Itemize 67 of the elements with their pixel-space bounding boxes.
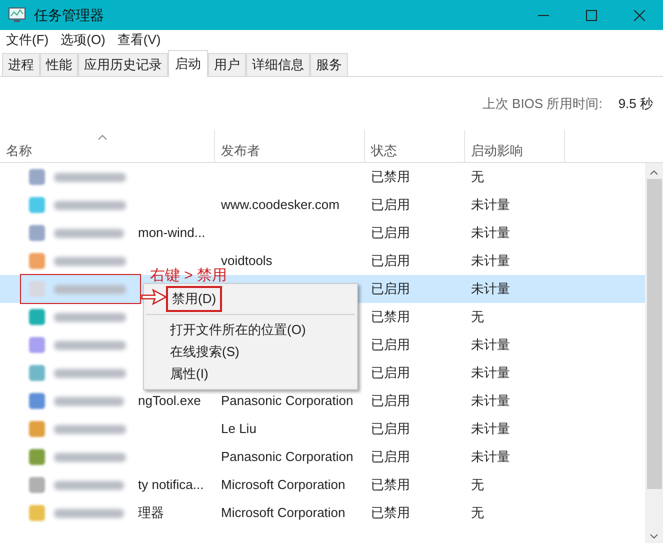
tab[interactable]: 详细信息: [246, 53, 310, 76]
impact-cell: 未计量: [471, 253, 510, 268]
column-header[interactable]: 发布者: [215, 130, 365, 162]
status-cell: 已启用: [371, 253, 410, 268]
scroll-down-icon: [650, 534, 658, 539]
impact-cell: 未计量: [471, 449, 510, 464]
impact-cell: 未计量: [471, 337, 510, 352]
bios-time-label: 上次 BIOS 所用时间:: [482, 94, 602, 113]
impact-cell: 无: [471, 169, 484, 184]
impact-cell: 未计量: [471, 421, 510, 436]
publisher-cell: Panasonic Corporation: [221, 393, 354, 408]
impact-cell: 无: [471, 477, 484, 492]
status-cell: 已启用: [371, 393, 410, 408]
menu-item[interactable]: 属性(I): [170, 364, 208, 384]
menu-item[interactable]: 选项(O): [54, 30, 112, 50]
publisher-cell: voidtools: [221, 253, 272, 268]
maximize-icon: [586, 10, 596, 20]
scroll-up-icon: [650, 170, 658, 175]
app-name: mon-wind...: [138, 224, 206, 242]
bios-time-value: 9.5 秒: [618, 94, 653, 113]
app-name: 理器: [138, 504, 164, 522]
status-cell: 已启用: [371, 281, 410, 296]
publisher-cell: Le Liu: [221, 421, 256, 436]
publisher-cell: www.coodesker.com: [221, 197, 340, 212]
tab[interactable]: 性能: [40, 53, 78, 76]
scroll-thumb[interactable]: [646, 179, 662, 489]
impact-cell: 无: [471, 505, 484, 520]
impact-cell: 未计量: [471, 197, 510, 212]
status-cell: 已启用: [371, 337, 410, 352]
impact-cell: 未计量: [471, 365, 510, 380]
column-header[interactable]: 状态: [365, 130, 465, 162]
arrow-icon: [141, 287, 167, 307]
tab[interactable]: 进程: [2, 53, 40, 76]
status-cell: 已禁用: [371, 309, 410, 324]
impact-cell: 未计量: [471, 281, 510, 296]
column-header[interactable]: 名称: [0, 130, 215, 162]
status-cell: 已启用: [371, 197, 410, 212]
status-cell: 已启用: [371, 421, 410, 436]
publisher-cell: Panasonic Corporation: [221, 449, 354, 464]
status-cell: 已禁用: [371, 505, 410, 520]
menu-item[interactable]: 禁用(D): [166, 286, 222, 312]
status-cell: 已启用: [371, 225, 410, 240]
close-icon: [634, 10, 644, 20]
window-title: 任务管理器: [34, 6, 104, 24]
impact-cell: 未计量: [471, 393, 510, 408]
tab[interactable]: 用户: [208, 53, 246, 76]
menu-item[interactable]: 文件(F): [0, 30, 55, 50]
scrollbar[interactable]: [645, 163, 663, 543]
tab[interactable]: 服务: [310, 53, 348, 76]
status-cell: 已禁用: [371, 477, 410, 492]
publisher-cell: Microsoft Corporation: [221, 477, 346, 492]
menu-item[interactable]: 查看(V): [111, 30, 167, 50]
tab[interactable]: 应用历史记录: [78, 53, 168, 76]
menu-item[interactable]: 在线搜索(S): [170, 342, 240, 362]
publisher-cell: Microsoft Corporation: [221, 505, 346, 520]
app-name: ngTool.exe: [138, 392, 201, 410]
status-cell: 已启用: [371, 449, 410, 464]
annotation-text: 右键 > 禁用: [150, 268, 228, 283]
impact-cell: 无: [471, 309, 484, 324]
menu-item[interactable]: 打开文件所在的位置(O): [170, 320, 306, 340]
tab[interactable]: 启动: [168, 50, 208, 77]
column-header[interactable]: 启动影响: [465, 130, 565, 162]
status-cell: 已启用: [371, 365, 410, 380]
app-name: ty notifica...: [138, 476, 204, 494]
status-cell: 已禁用: [371, 169, 410, 184]
monitor-icon: [8, 7, 26, 23]
impact-cell: 未计量: [471, 225, 510, 240]
